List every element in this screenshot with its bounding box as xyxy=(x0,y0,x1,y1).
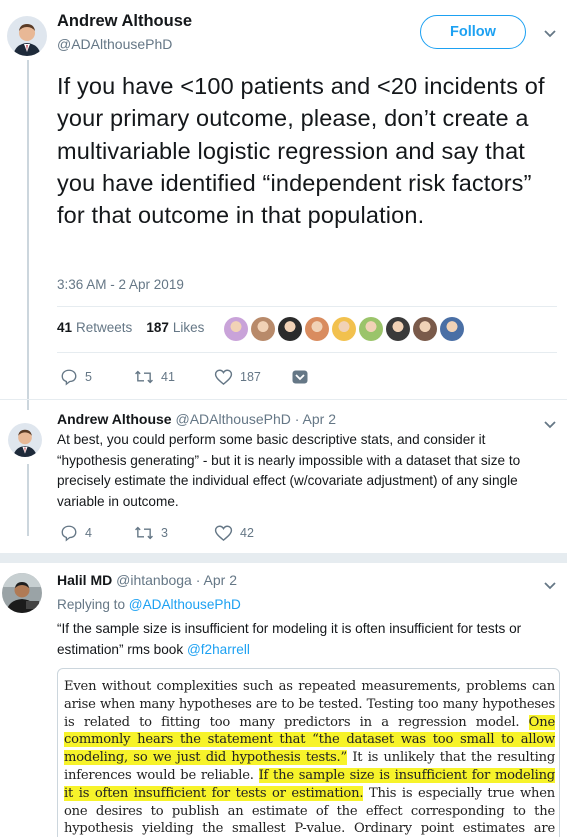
tweet-date[interactable]: · Apr 2 xyxy=(196,572,237,588)
liker-avatar[interactable] xyxy=(305,317,329,341)
replying-prefix: Replying to xyxy=(57,597,126,612)
reply-action[interactable]: 4 xyxy=(60,524,134,542)
reply-action[interactable]: 5 xyxy=(60,368,134,386)
divider xyxy=(57,352,557,353)
liker-avatar[interactable] xyxy=(359,317,383,341)
excerpt-text: Even without complexities such as repeat… xyxy=(64,679,555,730)
liker-avatar[interactable] xyxy=(440,317,464,341)
heart-icon xyxy=(214,525,233,542)
author-name[interactable]: Halil MD xyxy=(57,572,112,588)
author-handle[interactable]: @ADAlthousePhD xyxy=(176,411,291,427)
tweet-text: If you have <100 patients and <20 incide… xyxy=(57,73,545,229)
book-excerpt: Even without complexities such as repeat… xyxy=(64,678,555,837)
retweet-count-action: 3 xyxy=(161,526,168,540)
like-action[interactable]: 187 xyxy=(214,368,292,386)
like-action[interactable]: 42 xyxy=(214,524,292,542)
follow-button[interactable]: Follow xyxy=(420,15,526,49)
avatar[interactable] xyxy=(7,16,47,56)
direct-message-action[interactable] xyxy=(292,370,308,384)
tweet-date[interactable]: · Apr 2 xyxy=(295,411,336,427)
retweet-action[interactable]: 41 xyxy=(134,368,214,386)
liker-avatar[interactable] xyxy=(386,317,410,341)
replying-to: Replying to @ADAlthousePhD xyxy=(57,595,241,616)
avatar[interactable] xyxy=(8,423,42,457)
reply-count: 4 xyxy=(85,526,92,540)
tweet-text: At best, you could perform some basic de… xyxy=(57,432,521,509)
divider xyxy=(57,306,557,307)
tweet-actions: 4 3 42 xyxy=(60,524,292,542)
attached-image[interactable]: Even without complexities such as repeat… xyxy=(57,668,560,837)
likes-label[interactable]: Likes xyxy=(173,320,205,335)
retweet-icon xyxy=(135,370,153,384)
conversation-divider xyxy=(0,553,567,563)
tweet-actions: 5 41 187 xyxy=(60,368,308,386)
reply-icon xyxy=(61,525,77,542)
retweets-label[interactable]: Retweets xyxy=(76,320,132,335)
thread-line xyxy=(27,60,29,410)
tweet-text: “If the sample size is insufficient for … xyxy=(57,619,557,660)
reply-header: Halil MD @ihtanboga · Apr 2 xyxy=(57,572,237,588)
like-count-action: 42 xyxy=(240,526,254,540)
retweet-icon xyxy=(135,526,153,540)
mention-link[interactable]: @ADAlthousePhD xyxy=(129,597,241,612)
retweet-count-action: 41 xyxy=(161,370,175,384)
liker-avatars[interactable] xyxy=(224,317,464,341)
liker-avatar[interactable] xyxy=(413,317,437,341)
chevron-down-icon[interactable] xyxy=(543,578,557,596)
author-handle[interactable]: @ihtanboga xyxy=(116,572,192,588)
retweet-action[interactable]: 3 xyxy=(134,524,214,542)
engagement-stats: 41 Retweets 187 Likes xyxy=(57,320,204,335)
avatar[interactable] xyxy=(2,573,42,613)
tweet-text-body: “If the sample size is insufficient for … xyxy=(57,621,522,657)
chevron-down-icon[interactable] xyxy=(543,26,557,44)
liker-avatar[interactable] xyxy=(224,317,248,341)
dm-icon xyxy=(292,370,308,384)
heart-icon xyxy=(214,369,233,386)
like-count[interactable]: 187 xyxy=(146,320,169,335)
tweet-timestamp[interactable]: 3:36 AM - 2 Apr 2019 xyxy=(57,277,184,292)
like-count-action: 187 xyxy=(240,370,261,384)
author-name[interactable]: Andrew Althouse xyxy=(57,411,172,427)
thread-line xyxy=(27,464,29,536)
reply-header: Andrew Althouse @ADAlthousePhD · Apr 2 xyxy=(57,411,336,427)
divider xyxy=(0,399,567,400)
liker-avatar[interactable] xyxy=(278,317,302,341)
reply-count: 5 xyxy=(85,370,92,384)
author-handle[interactable]: @ADAlthousePhD xyxy=(57,36,172,52)
author-name[interactable]: Andrew Althouse xyxy=(57,12,192,31)
mention-link[interactable]: @f2harrell xyxy=(187,642,250,657)
liker-avatar[interactable] xyxy=(332,317,356,341)
liker-avatar[interactable] xyxy=(251,317,275,341)
reply-icon xyxy=(61,369,77,386)
retweet-count[interactable]: 41 xyxy=(57,320,72,335)
